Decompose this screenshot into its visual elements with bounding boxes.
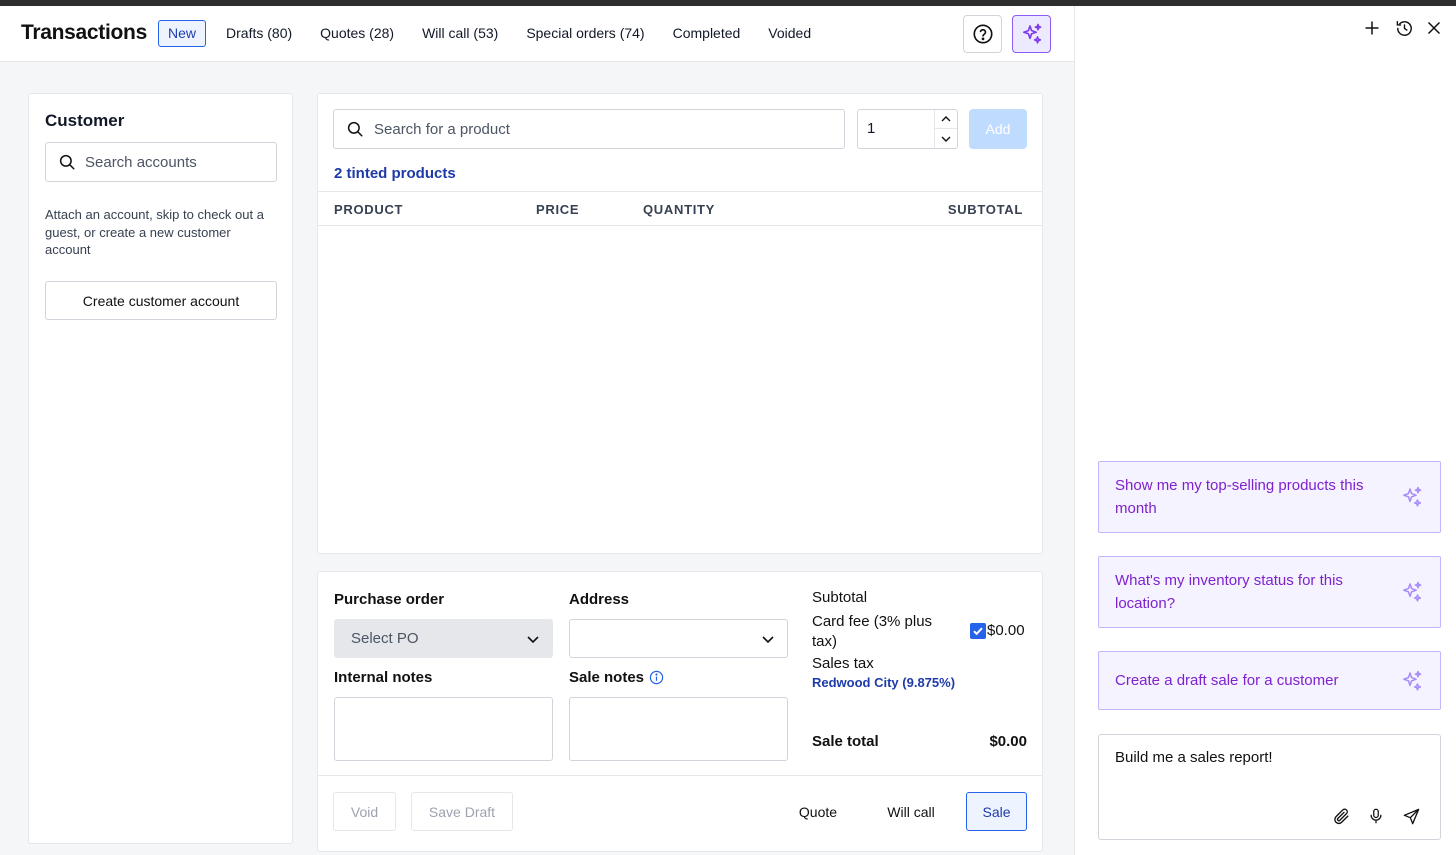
chevron-up-icon [941,116,951,122]
column-price: PRICE [536,202,580,217]
purchase-order-label: Purchase order [334,591,445,608]
card-fee-checkbox[interactable] [970,623,986,639]
will-call-button[interactable]: Will call [876,792,946,831]
order-details-card: Purchase order Select PO Address Interna… [317,571,1043,852]
search-accounts-placeholder: Search accounts [85,153,197,171]
internal-notes-textarea[interactable] [334,697,553,761]
card-fee-value: $0.00 [987,622,1025,639]
paperclip-icon [1333,808,1349,824]
column-quantity: QUANTITY [643,202,716,217]
sale-button[interactable]: Sale [966,792,1027,831]
chevron-down-icon [527,636,539,644]
add-product-button[interactable]: Add [969,109,1027,149]
tab-quotes[interactable]: Quotes (28) [320,20,394,47]
transaction-tabs: New Drafts (80) Quotes (28) Will call (5… [158,20,839,47]
assistant-panel: Show me my top-selling products this mon… [1076,6,1456,855]
history-button[interactable] [1393,17,1415,39]
quantity-stepper[interactable]: 1 [857,109,958,149]
sale-notes-label-row: Sale notes [569,669,664,686]
purchase-order-select[interactable]: Select PO [334,619,553,658]
purchase-order-placeholder: Select PO [351,630,419,647]
tab-new[interactable]: New [158,20,207,47]
order-actions: Void Save Draft Quote Will call Sale [318,775,1042,851]
sparkles-icon [1022,23,1041,44]
suggestion-top-selling[interactable]: Show me my top-selling products this mon… [1098,461,1441,533]
quantity-value[interactable]: 1 [867,120,875,137]
chat-input[interactable]: Build me a sales report! [1098,734,1441,840]
address-label: Address [569,591,630,608]
products-table-header: PRODUCT PRICE QUANTITY SUBTOTAL [318,191,1042,226]
suggestion-text: Show me my top-selling products this mon… [1115,477,1364,517]
new-chat-button[interactable] [1361,17,1383,39]
search-icon [347,121,363,137]
customer-heading: Customer [45,111,125,130]
tinted-products-link[interactable]: 2 tinted products [334,165,456,182]
tab-drafts[interactable]: Drafts (80) [226,20,292,47]
tab-completed[interactable]: Completed [673,20,741,47]
plus-icon [1365,21,1379,35]
internal-notes-label: Internal notes [334,669,433,686]
page-title: Transactions [21,21,147,44]
address-select[interactable] [569,619,788,658]
sale-notes-label: Sale notes [569,669,645,686]
chat-input-text[interactable]: Build me a sales report! [1115,749,1273,766]
close-panel-button[interactable] [1423,17,1445,39]
quantity-spinner [934,110,957,148]
tab-special-orders[interactable]: Special orders (74) [526,20,644,47]
column-product: PRODUCT [334,202,404,217]
quantity-increment[interactable] [935,110,957,129]
sparkles-icon [1403,670,1422,691]
sparkles-icon [1403,581,1422,602]
tab-voided[interactable]: Voided [768,20,811,47]
sale-total-label: Sale total [812,733,879,750]
void-button[interactable]: Void [333,792,396,831]
info-icon[interactable] [649,670,664,685]
tab-will-call[interactable]: Will call (53) [422,20,498,47]
sale-total-value: $0.00 [989,733,1027,750]
chevron-down-icon [762,636,774,644]
attach-button[interactable] [1330,805,1352,827]
close-icon [1427,21,1441,35]
suggestion-text: Create a draft sale for a customer [1115,672,1339,689]
save-draft-button[interactable]: Save Draft [411,792,513,831]
quantity-decrement[interactable] [935,129,957,148]
product-search-placeholder: Search for a product [374,120,510,138]
suggestion-inventory-status[interactable]: What's my inventory status for this loca… [1098,556,1441,628]
search-icon [59,154,75,170]
product-search-input[interactable]: Search for a product [333,109,845,149]
card-fee-label: Card fee (3% plus tax) [812,613,933,650]
chevron-down-icon [941,136,951,142]
ai-assistant-button[interactable] [1012,15,1051,53]
history-icon [1396,20,1412,36]
search-accounts-input[interactable]: Search accounts [45,142,277,182]
send-icon [1403,808,1419,824]
sale-notes-textarea[interactable] [569,697,788,761]
suggestion-draft-sale[interactable]: Create a draft sale for a customer [1098,651,1441,710]
sales-tax-label: Sales tax [812,655,874,672]
create-customer-account-button[interactable]: Create customer account [45,281,277,320]
main-area: Transactions New Drafts (80) Quotes (28)… [0,6,1075,855]
help-button[interactable] [963,15,1002,53]
help-circle-icon [972,24,993,44]
microphone-icon [1370,808,1382,824]
send-button[interactable] [1400,805,1422,827]
quote-button[interactable]: Quote [788,792,848,831]
tax-location-link[interactable]: Redwood City (9.875%) [812,675,955,690]
subtotal-label: Subtotal [812,589,868,606]
customer-card: Customer Search accounts Attach an accou… [28,93,293,844]
sparkles-icon [1403,486,1422,507]
check-icon [973,627,983,636]
products-card: Search for a product 1 Add 2 tinted prod… [317,93,1043,554]
microphone-button[interactable] [1365,805,1387,827]
column-subtotal: SUBTOTAL [947,202,1023,217]
suggestion-text: What's my inventory status for this loca… [1115,572,1343,612]
customer-help-text: Attach an account, skip to check out a g… [45,207,264,257]
page-header: Transactions New Drafts (80) Quotes (28)… [0,6,1074,62]
